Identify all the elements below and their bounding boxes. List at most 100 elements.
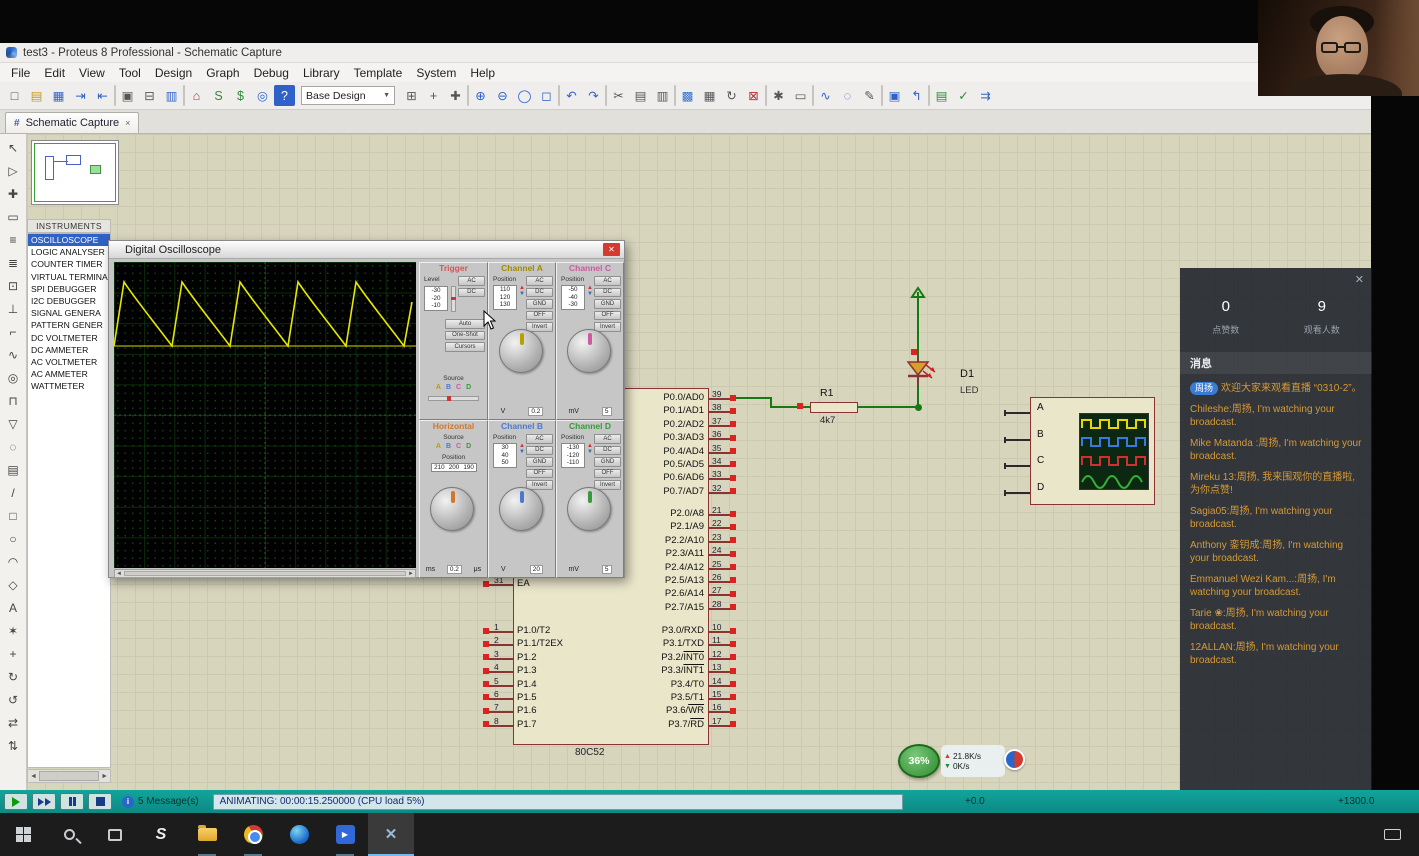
separator[interactable] <box>674 85 676 106</box>
paste-icon[interactable]: ▥ <box>652 85 673 106</box>
voltage-probe-mode-icon[interactable]: ▽ <box>2 412 24 435</box>
new-sheet-icon[interactable]: ▣ <box>117 85 138 106</box>
step-button[interactable] <box>32 793 56 810</box>
2d-circle-mode-icon[interactable]: ○ <box>2 527 24 550</box>
instrument-list-item[interactable]: PATTERN GENER <box>28 319 110 331</box>
separator[interactable] <box>928 85 930 106</box>
menu-item[interactable]: Design <box>148 66 199 80</box>
separator[interactable] <box>812 85 814 106</box>
subcircuit-mode-icon[interactable]: ⊡ <box>2 274 24 297</box>
import-section-icon[interactable]: ⇥ <box>70 85 91 106</box>
home-page-icon[interactable]: ⌂ <box>186 85 207 106</box>
2d-path-mode-icon[interactable]: ◇ <box>2 573 24 596</box>
bill-of-materials-icon[interactable]: $ <box>230 85 251 106</box>
menu-item[interactable]: Graph <box>199 66 246 80</box>
center-at-cursor-icon[interactable]: ✚ <box>445 85 466 106</box>
component-oscilloscope-part[interactable]: A B C D <box>1030 397 1155 505</box>
2d-marker-mode-icon[interactable]: + <box>2 642 24 665</box>
packaging-tool-icon[interactable]: ▭ <box>790 85 811 106</box>
pcb-layout-icon[interactable]: ◎ <box>252 85 273 106</box>
network-monitor-icon[interactable] <box>1004 749 1025 770</box>
exit-to-parent-icon[interactable]: ↰ <box>906 85 927 106</box>
block-delete-icon[interactable]: ⊠ <box>743 85 764 106</box>
trigger-level-spinner[interactable]: -30-20-10 <box>424 286 448 311</box>
tape-recorder-mode-icon[interactable]: ◎ <box>2 366 24 389</box>
taskbar-proteus[interactable]: ✕ <box>368 813 414 856</box>
instrument-list-item[interactable]: LOGIC ANALYSER <box>28 246 110 258</box>
play-button[interactable] <box>4 793 28 810</box>
instrument-list-item[interactable]: VIRTUAL TERMINAL <box>28 271 110 283</box>
separator[interactable] <box>605 85 607 106</box>
scrollbar-thumb[interactable] <box>124 571 406 576</box>
zoom-in-icon[interactable]: ⊕ <box>470 85 491 106</box>
mirror-horizontal-icon[interactable]: ⇄ <box>2 711 24 734</box>
export-section-icon[interactable]: ⇤ <box>92 85 113 106</box>
remove-sheet-icon[interactable]: ⊟ <box>139 85 160 106</box>
instrument-list-item[interactable]: DC AMMETER <box>28 344 110 356</box>
scrollbar-thumb[interactable] <box>39 771 99 781</box>
menu-item[interactable]: Tool <box>112 66 148 80</box>
slider-thumb[interactable] <box>447 396 451 401</box>
separator[interactable] <box>467 85 469 106</box>
channel-a-gain-knob[interactable] <box>499 329 543 373</box>
touch-keyboard-icon[interactable] <box>1384 829 1401 840</box>
channel-d-position-spinner[interactable]: -130-120-110 <box>561 443 585 468</box>
instrument-list-item[interactable]: SPI DEBUGGER <box>28 283 110 295</box>
channel-c-gnd-button[interactable]: GND <box>594 299 621 309</box>
undo-icon[interactable]: ↶ <box>561 85 582 106</box>
rotate-clockwise-icon[interactable]: ↻ <box>2 665 24 688</box>
current-probe-mode-icon[interactable]: ◌ <box>2 435 24 458</box>
search-tag-icon[interactable]: ◌ <box>837 85 858 106</box>
instrument-list-item[interactable]: AC AMMETER <box>28 368 110 380</box>
scroll-left-icon[interactable]: ◄ <box>30 773 37 780</box>
stop-button[interactable] <box>88 793 112 810</box>
spinner-down-icon[interactable]: ▼ <box>519 449 525 455</box>
2d-box-mode-icon[interactable]: □ <box>2 504 24 527</box>
channel-d-off-button[interactable]: OFF <box>594 469 621 479</box>
one-shot-button[interactable]: One-Shot <box>445 331 485 341</box>
taskbar-media-app[interactable]: ▶ <box>322 813 368 856</box>
trigger-ac-button[interactable]: AC <box>458 276 485 286</box>
virtual-instruments-mode-icon[interactable]: ▤ <box>2 458 24 481</box>
menu-item[interactable]: Library <box>296 66 347 80</box>
component-mode-icon[interactable]: ▷ <box>2 159 24 182</box>
wire-label-mode-icon[interactable]: ▭ <box>2 205 24 228</box>
taskbar-chrome[interactable] <box>230 813 276 856</box>
pause-button[interactable] <box>60 793 84 810</box>
timebase-knob[interactable] <box>430 487 474 531</box>
copy-icon[interactable]: ▤ <box>630 85 651 106</box>
schematic-capture-icon[interactable]: S <box>208 85 229 106</box>
channel-a-off-button[interactable]: OFF <box>526 311 553 321</box>
menu-item[interactable]: Template <box>347 66 410 80</box>
trigger-dc-button[interactable]: DC <box>458 288 485 298</box>
search-button[interactable] <box>46 813 92 856</box>
generator-mode-icon[interactable]: ⊓ <box>2 389 24 412</box>
instrument-list-item[interactable]: OSCILLOSCOPE <box>28 234 110 246</box>
new-root-sheet-icon[interactable]: ▣ <box>884 85 905 106</box>
instrument-list-item[interactable]: I2C DEBUGGER <box>28 295 110 307</box>
redo-icon[interactable]: ↷ <box>583 85 604 106</box>
channel-a-position-spinner[interactable]: 110120130 <box>493 285 517 310</box>
menu-item[interactable]: View <box>72 66 112 80</box>
wire-autorouter-icon[interactable]: ∿ <box>815 85 836 106</box>
taskbar-file-explorer[interactable] <box>184 813 230 856</box>
taskbar-browser[interactable] <box>276 813 322 856</box>
trigger-position-slider[interactable] <box>428 396 479 401</box>
channel-a-ac-button[interactable]: AC <box>526 276 553 286</box>
property-assignment-icon[interactable]: ✎ <box>859 85 880 106</box>
horizontal-position-spinner[interactable]: 210200190 <box>431 463 477 472</box>
make-device-icon[interactable]: ✱ <box>768 85 789 106</box>
close-icon[interactable]: ✕ <box>603 243 620 256</box>
task-view-button[interactable] <box>92 813 138 856</box>
menu-item[interactable]: System <box>409 66 463 80</box>
horizontal-source-selector[interactable]: AB CD <box>420 443 487 450</box>
cut-icon[interactable]: ✂ <box>608 85 629 106</box>
mirror-vertical-icon[interactable]: ⇅ <box>2 734 24 757</box>
channel-b-position-spinner[interactable]: 304050 <box>493 443 517 468</box>
oscilloscope-titlebar[interactable]: Digital Oscilloscope ✕ <box>109 241 624 259</box>
spinner-down-icon[interactable]: ▼ <box>587 449 593 455</box>
channel-b-gnd-button[interactable]: GND <box>526 457 553 467</box>
new-design-icon[interactable]: □ <box>4 85 25 106</box>
oscilloscope-window[interactable]: Digital Oscilloscope ✕ ◄ ► Trigger Level… <box>108 240 625 578</box>
channel-d-ac-button[interactable]: AC <box>594 434 621 444</box>
